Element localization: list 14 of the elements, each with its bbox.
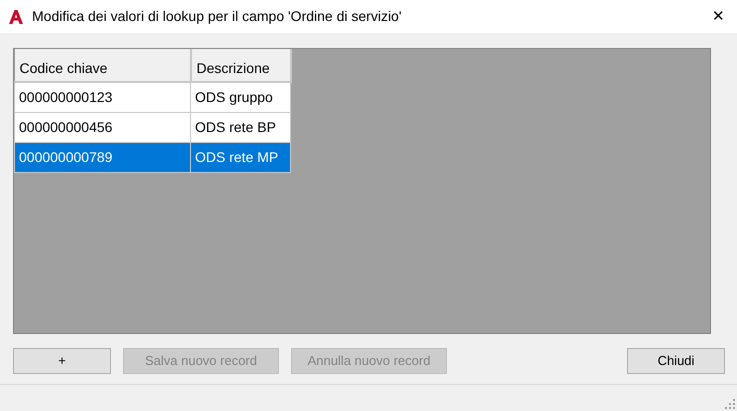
- table-cell[interactable]: 000000000456: [14, 112, 190, 142]
- app-logo-icon: [8, 8, 24, 24]
- table-cell[interactable]: 000000000123: [14, 82, 190, 112]
- table-cell[interactable]: ODS rete MP: [190, 142, 290, 172]
- table-cell[interactable]: 000000000789: [14, 142, 190, 172]
- column-header[interactable]: Codice chiave: [14, 49, 190, 82]
- window-title: Modifica dei valori di lookup per il campo 'Ordine di servizio': [32, 7, 402, 26]
- action-button[interactable]: Chiudi: [627, 348, 725, 374]
- action-button[interactable]: +: [13, 348, 111, 374]
- table-cell[interactable]: ODS gruppo: [190, 82, 290, 112]
- table-cell[interactable]: ODS rete BP: [190, 112, 290, 142]
- resize-grip-icon[interactable]: [725, 399, 735, 409]
- close-button[interactable]: ✕: [712, 9, 725, 24]
- column-header[interactable]: Descrizione: [190, 49, 290, 82]
